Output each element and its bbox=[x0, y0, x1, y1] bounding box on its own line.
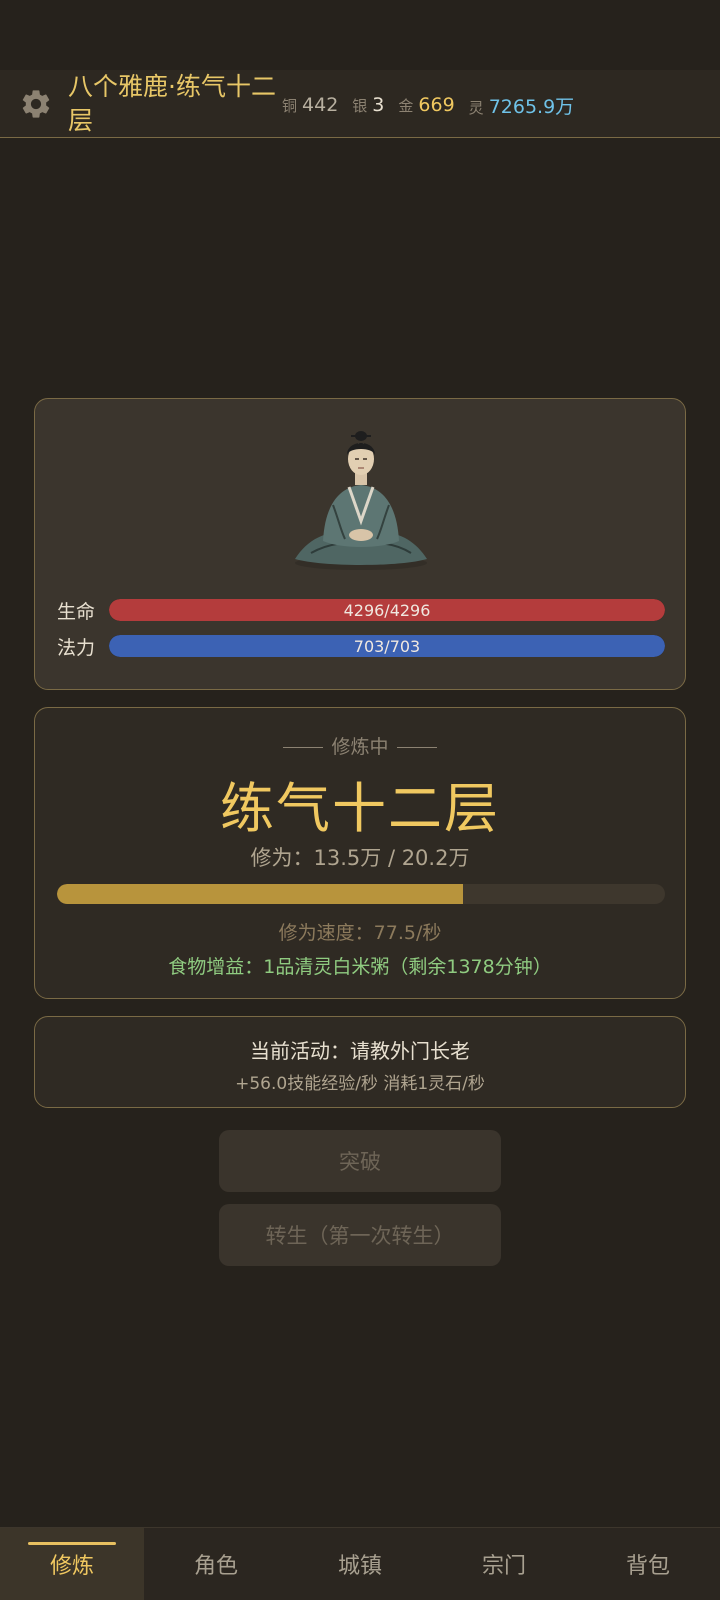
meditating-cultivator-avatar bbox=[295, 431, 427, 570]
mp-bar: 703/703 bbox=[109, 635, 665, 657]
nav-tab-label: 角色 bbox=[193, 1554, 238, 1579]
active-tab-indicator bbox=[28, 1542, 116, 1545]
nav-tab-cultivate[interactable]: 修炼 bbox=[0, 1528, 144, 1600]
activity-title: 当前活动：请教外门长老 bbox=[250, 1039, 470, 1063]
cultivation-status: 修炼中 bbox=[35, 732, 685, 759]
gear-icon bbox=[22, 90, 50, 118]
nav-tab-sect[interactable]: 宗门 bbox=[432, 1528, 576, 1600]
nav-tab-label: 修炼 bbox=[49, 1554, 94, 1579]
cultivation-progress-bar bbox=[57, 884, 665, 904]
character-card: 生命 4296/4296 法力 703/703 bbox=[34, 398, 686, 690]
currency-gold: 金 669 bbox=[398, 94, 454, 116]
nav-tab-town[interactable]: 城镇 bbox=[288, 1528, 432, 1600]
currency-label: 铜 bbox=[282, 97, 298, 115]
nav-tab-bag[interactable]: 背包 bbox=[576, 1528, 720, 1600]
currency-value: 7265.9万 bbox=[488, 95, 575, 118]
cultivation-speed: 修为速度：77.5/秒 bbox=[278, 922, 442, 944]
mp-label: 法力 bbox=[57, 636, 96, 659]
breakthrough-button[interactable]: 突破 bbox=[219, 1130, 501, 1192]
currency-label: 灵 bbox=[468, 98, 484, 117]
currency-label: 金 bbox=[398, 97, 414, 115]
food-buff: 食物增益：1品清灵白米粥（剩余1378分钟） bbox=[168, 956, 552, 978]
divider bbox=[283, 747, 324, 748]
currency-label: 银 bbox=[352, 97, 368, 115]
hp-value: 4296/4296 bbox=[343, 600, 431, 620]
game-screen: 八个雅鹿·练气十二层 铜 442 银 3 金 669 灵 7265.9万 生命 … bbox=[0, 0, 720, 1600]
cultivation-card: 修炼中 练气十二层 修为：13.5万 / 20.2万 修为速度：77.5/秒 食… bbox=[34, 707, 686, 999]
player-name: 八个雅鹿·练气十二层 bbox=[68, 72, 276, 135]
realm-title: 练气十二层 bbox=[220, 777, 500, 840]
mp-row: 法力 703/703 bbox=[57, 635, 665, 659]
rebirth-button[interactable]: 转生（第一次转生） bbox=[219, 1204, 501, 1266]
nav-tab-label: 宗门 bbox=[481, 1554, 526, 1579]
cultivation-status-text: 修炼中 bbox=[331, 736, 389, 758]
nav-tab-label: 城镇 bbox=[337, 1554, 382, 1579]
currency-value: 442 bbox=[302, 94, 339, 116]
currency-bar: 铜 442 银 3 金 669 灵 7265.9万 bbox=[282, 88, 574, 122]
nav-tab-character[interactable]: 角色 bbox=[144, 1528, 288, 1600]
bottom-nav: 修炼 角色 城镇 宗门 背包 bbox=[0, 1527, 720, 1600]
currency-spirit-stone: 灵 7265.9万 bbox=[469, 92, 575, 119]
hp-row: 生命 4296/4296 bbox=[57, 599, 665, 623]
hp-bar: 4296/4296 bbox=[109, 599, 665, 621]
cultivation-progress-text: 修为：13.5万 / 20.2万 bbox=[250, 846, 470, 870]
currency-value: 669 bbox=[418, 94, 455, 116]
nav-tab-label: 背包 bbox=[625, 1554, 670, 1579]
divider bbox=[396, 747, 437, 748]
currency-silver: 银 3 bbox=[352, 94, 384, 116]
mp-value: 703/703 bbox=[353, 636, 421, 656]
currency-copper: 铜 442 bbox=[282, 94, 338, 116]
currency-value: 3 bbox=[372, 94, 385, 116]
activity-detail: +56.0技能经验/秒 消耗1灵石/秒 bbox=[235, 1074, 485, 1094]
cultivation-progress-fill bbox=[57, 884, 464, 904]
top-bar: 八个雅鹿·练气十二层 铜 442 银 3 金 669 灵 7265.9万 bbox=[0, 70, 720, 138]
hp-label: 生命 bbox=[57, 600, 96, 623]
settings-button[interactable] bbox=[16, 84, 56, 124]
current-activity-card[interactable]: 当前活动：请教外门长老 +56.0技能经验/秒 消耗1灵石/秒 bbox=[34, 1016, 686, 1108]
